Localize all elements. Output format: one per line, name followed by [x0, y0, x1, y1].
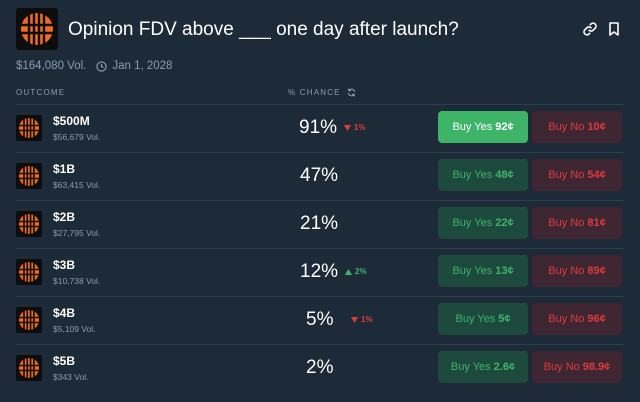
chance-change-value: 1%	[361, 315, 373, 324]
buy-no-label: Buy No	[548, 265, 585, 277]
chance-cell: 91% 1%	[16, 117, 446, 141]
buy-yes-label: Buy Yes	[452, 121, 493, 133]
buy-yes-button[interactable]: Buy Yes 92¢	[438, 111, 528, 143]
chance-percent: 5%	[306, 309, 334, 330]
end-date: Jan 1, 2028	[96, 60, 172, 72]
buy-yes-button[interactable]: Buy Yes 48¢	[438, 159, 528, 191]
page-title: Opinion FDV above ___ one day after laun…	[68, 19, 459, 40]
buy-yes-price: 22¢	[495, 217, 514, 229]
market-meta: $164,080 Vol. Jan 1, 2028	[16, 60, 172, 72]
buy-yes-label: Buy Yes	[452, 169, 493, 181]
buy-no-price: 96¢	[587, 313, 606, 325]
buy-no-button[interactable]: Buy No 81¢	[532, 207, 622, 239]
buy-yes-label: Buy Yes	[450, 361, 491, 373]
column-header-outcome: OUTCOME	[16, 88, 66, 97]
outcome-row[interactable]: $4B $5,109 Vol. 5% 1% Buy Yes 5¢ Buy No 96…	[16, 297, 624, 345]
arrow-up-icon	[345, 268, 352, 275]
buy-yes-price: 92¢	[495, 121, 514, 133]
buy-no-button[interactable]: Buy No 96¢	[532, 303, 622, 335]
buy-yes-button[interactable]: Buy Yes 22¢	[438, 207, 528, 239]
buy-no-price: 54¢	[587, 169, 606, 181]
buy-no-label: Buy No	[548, 217, 585, 229]
end-date-text: Jan 1, 2028	[112, 60, 173, 72]
buy-yes-label: Buy Yes	[452, 217, 493, 229]
refresh-icon[interactable]	[347, 88, 356, 97]
chance-percent: 2%	[306, 357, 334, 378]
buy-no-button[interactable]: Buy No 10¢	[532, 111, 622, 143]
outcome-row[interactable]: $5B $343 Vol. 2% Buy Yes 2.6¢ Buy No 98.9¢	[16, 345, 624, 393]
buy-yes-price: 13¢	[495, 265, 514, 277]
chance-change-value: 2%	[355, 267, 367, 276]
chance-cell: 2%	[16, 357, 446, 381]
chance-change: 1%	[351, 315, 373, 324]
outcome-row[interactable]: $500M $56,679 Vol. 91% 1% Buy Yes 92¢ Buy…	[16, 105, 624, 153]
chance-change: 1%	[344, 123, 366, 132]
buy-yes-button[interactable]: Buy Yes 13¢	[438, 255, 528, 287]
buy-no-price: 98.9¢	[582, 361, 611, 373]
buy-no-label: Buy No	[548, 121, 585, 133]
buy-yes-button[interactable]: Buy Yes 2.6¢	[438, 351, 528, 383]
bookmark-icon[interactable]	[606, 21, 622, 37]
buy-yes-price: 2.6¢	[493, 361, 516, 373]
chance-percent: 21%	[300, 213, 339, 234]
arrow-down-icon	[344, 124, 351, 131]
column-header-chance: % CHANCE	[288, 88, 356, 97]
chance-cell: 12% 2%	[16, 261, 446, 285]
market-header: Opinion FDV above ___ one day after laun…	[16, 8, 624, 52]
buy-no-button[interactable]: Buy No 54¢	[532, 159, 622, 191]
chance-percent: 47%	[300, 165, 339, 186]
buy-yes-price: 5¢	[498, 313, 511, 325]
buy-no-label: Buy No	[543, 361, 580, 373]
buy-no-price: 81¢	[587, 217, 606, 229]
buy-no-button[interactable]: Buy No 98.9¢	[532, 351, 622, 383]
chance-percent: 91%	[299, 117, 338, 138]
market-logo-icon	[16, 8, 58, 50]
chance-cell: 21%	[16, 213, 446, 237]
buy-no-label: Buy No	[548, 313, 585, 325]
chance-cell: 47%	[16, 165, 446, 189]
buy-yes-price: 48¢	[495, 169, 514, 181]
total-volume: $164,080 Vol.	[16, 60, 87, 72]
buy-yes-label: Buy Yes	[455, 313, 496, 325]
buy-yes-label: Buy Yes	[452, 265, 493, 277]
outcome-row[interactable]: $2B $27,795 Vol. 21% Buy Yes 22¢ Buy No 81…	[16, 201, 624, 249]
buy-no-button[interactable]: Buy No 89¢	[532, 255, 622, 287]
chance-change-value: 1%	[354, 123, 366, 132]
column-header-chance-label: % CHANCE	[288, 88, 341, 97]
buy-no-price: 89¢	[587, 265, 606, 277]
buy-no-label: Buy No	[548, 169, 585, 181]
clock-icon	[96, 60, 108, 72]
outcome-row[interactable]: $1B $63,415 Vol. 47% Buy Yes 48¢ Buy No 54…	[16, 153, 624, 201]
arrow-down-icon	[351, 316, 358, 323]
chance-cell: 5% 1%	[16, 309, 446, 333]
chance-percent: 12%	[300, 261, 339, 282]
chance-change: 2%	[345, 267, 367, 276]
outcome-row[interactable]: $3B $10,738 Vol. 12% 2% Buy Yes 13¢ Buy N…	[16, 249, 624, 297]
link-icon[interactable]	[582, 21, 598, 37]
buy-yes-button[interactable]: Buy Yes 5¢	[438, 303, 528, 335]
buy-no-price: 10¢	[587, 121, 606, 133]
